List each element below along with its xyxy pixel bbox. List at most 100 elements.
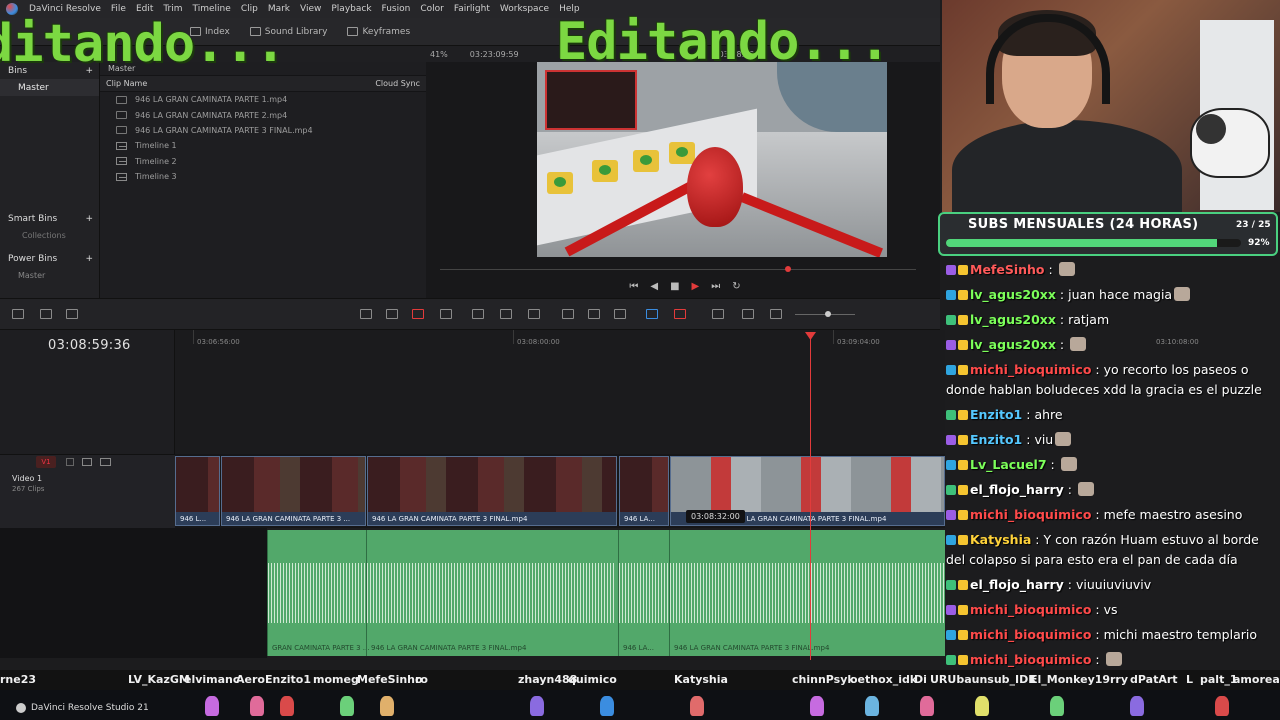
zoom-level[interactable]: 41% (430, 50, 448, 59)
ticker-name: ro (415, 673, 428, 686)
jump-start-icon[interactable]: ⏮ (629, 281, 638, 292)
sub-badge-icon (958, 630, 968, 640)
jump-end-icon[interactable]: ⏭ (711, 281, 720, 292)
play-icon[interactable]: ▶ (692, 281, 700, 292)
clip-list: 946 LA GRAN CAMINATA PARTE 1.mp4 946 LA G… (100, 92, 426, 184)
loop-icon[interactable]: ↻ (732, 281, 740, 292)
stop-icon[interactable]: ■ (670, 281, 679, 292)
menu-clip[interactable]: Clip (236, 4, 263, 14)
emote-icon (1060, 457, 1077, 471)
keyframes-button[interactable]: Keyframes (337, 18, 420, 45)
play-reverse-icon[interactable]: ◀ (650, 281, 658, 292)
chat-separator: : (1091, 627, 1104, 642)
insert-icon[interactable] (472, 309, 484, 319)
ticker-name: Enzito1 (265, 673, 311, 686)
viewer-frame[interactable] (537, 62, 887, 257)
zoom-detail-icon[interactable] (742, 309, 754, 319)
chat-username[interactable]: el_flojo_harry (970, 577, 1064, 592)
playhead[interactable] (810, 334, 811, 660)
select-icon[interactable] (360, 309, 372, 319)
viewer-scrubber[interactable] (440, 266, 916, 274)
menu-view[interactable]: View (295, 4, 326, 14)
add-smart-bin-icon[interactable]: + (85, 214, 93, 224)
menu-color[interactable]: Color (415, 4, 449, 14)
clip-item[interactable]: 946 LA GRAN CAMINATA PARTE 2.mp4 (100, 107, 426, 122)
snap-icon[interactable] (562, 309, 574, 319)
smart-bins-header[interactable]: Smart Bins + (0, 210, 99, 227)
clip-item[interactable]: 946 LA GRAN CAMINATA PARTE 1.mp4 (100, 92, 426, 107)
audio-icon[interactable] (40, 309, 52, 319)
chat-badge-icon (946, 365, 956, 375)
audio-clip[interactable]: GRAN CAMINATA PARTE 3 ... (267, 530, 369, 656)
chat-username[interactable]: michi_bioquimico (970, 362, 1091, 377)
menu-mark[interactable]: Mark (263, 4, 295, 14)
chat-username[interactable]: lv_agus20xx (970, 287, 1056, 302)
collections-item[interactable]: Collections (0, 227, 99, 244)
chat-username[interactable]: michi_bioquimico (970, 602, 1091, 617)
track-visibility-icon[interactable] (100, 458, 111, 466)
timeline-timecode[interactable]: 03:08:59:36 (48, 338, 131, 353)
timeline-item[interactable]: Timeline 1 (100, 138, 426, 153)
mic-icon[interactable] (66, 309, 78, 319)
chat-username[interactable]: Enzito1 (970, 432, 1022, 447)
chat-username[interactable]: michi_bioquimico (970, 627, 1091, 642)
video-clip[interactable]: 946 LA GRAN CAMINATA PARTE 3 ... (221, 456, 366, 526)
chat-username[interactable]: michi_bioquimico (970, 507, 1091, 522)
zoom-fit-icon[interactable] (712, 309, 724, 319)
power-bins-header[interactable]: Power Bins + (0, 250, 99, 267)
menu-workspace[interactable]: Workspace (495, 4, 554, 14)
flag-icon[interactable] (646, 309, 658, 319)
chat-username[interactable]: lv_agus20xx (970, 312, 1056, 327)
video-clip[interactable]: 946 LA... (619, 456, 669, 526)
menu-app[interactable]: DaVinci Resolve (24, 4, 106, 14)
audio-clip[interactable]: 946 LA GRAN CAMINATA PARTE 3 FINAL.mp4 (669, 530, 945, 656)
menu-playback[interactable]: Playback (326, 4, 376, 14)
audio-clip[interactable]: 946 LA... (618, 530, 668, 656)
video-clip[interactable]: 946 L... (175, 456, 220, 526)
clip-item[interactable]: 946 LA GRAN CAMINATA PARTE 3 FINAL.mp4 (100, 123, 426, 138)
chat-username[interactable]: MefeSinho (970, 262, 1045, 277)
bin-master[interactable]: Master (0, 79, 99, 96)
trim-icon[interactable] (386, 309, 398, 319)
timeline-item[interactable]: Timeline 3 (100, 169, 426, 184)
zoom-slider-handle[interactable] (825, 311, 831, 317)
sub-badge-icon (958, 580, 968, 590)
chat-username[interactable]: michi_bioquimico (970, 652, 1091, 667)
layout-icon[interactable] (12, 309, 24, 319)
video-clip[interactable]: 946 LA GRAN CAMINATA PARTE 3 FINAL.mp4 (367, 456, 617, 526)
link-icon[interactable] (588, 309, 600, 319)
timeline-item[interactable]: Timeline 2 (100, 154, 426, 169)
add-power-bin-icon[interactable]: + (85, 254, 93, 264)
timeline-icon (116, 172, 127, 181)
col-cloud-sync[interactable]: Cloud Sync (375, 79, 420, 88)
chat-username[interactable]: el_flojo_harry (970, 482, 1064, 497)
power-master-item[interactable]: Master (0, 267, 99, 284)
audio-clip[interactable]: 946 LA GRAN CAMINATA PARTE 3 FINAL.mp4 (366, 530, 616, 656)
auto-select-icon[interactable] (82, 458, 92, 466)
chat-username[interactable]: Enzito1 (970, 407, 1022, 422)
chat-username[interactable]: lv_agus20xx (970, 337, 1056, 352)
marker-icon[interactable] (674, 309, 686, 319)
scrubber-handle[interactable] (785, 266, 791, 272)
replace-icon[interactable] (528, 309, 540, 319)
menu-edit[interactable]: Edit (131, 4, 158, 14)
chat-username[interactable]: Lv_Lacuel7 (970, 457, 1047, 472)
zoom-custom-icon[interactable] (770, 309, 782, 319)
menu-timeline[interactable]: Timeline (188, 4, 236, 14)
lock-icon[interactable] (614, 309, 626, 319)
overwrite-icon[interactable] (500, 309, 512, 319)
lock-track-icon[interactable] (66, 458, 74, 466)
chat-username[interactable]: Katyshia (970, 532, 1031, 547)
col-clip-name[interactable]: Clip Name (106, 79, 147, 88)
menu-trim[interactable]: Trim (158, 4, 187, 14)
track-badge[interactable]: V1 (36, 456, 56, 468)
blade-icon[interactable] (412, 309, 424, 319)
ruler-tick (833, 330, 834, 344)
timeline-ruler[interactable]: 03:06:56:00 03:08:00:00 03:09:04:00 (175, 330, 945, 454)
audio-clip-label: GRAN CAMINATA PARTE 3 ... (272, 644, 370, 652)
menu-fairlight[interactable]: Fairlight (449, 4, 495, 14)
dynamic-trim-icon[interactable] (440, 309, 452, 319)
taskbar-app-button[interactable]: DaVinci Resolve Studio 21 (16, 703, 149, 713)
menu-fusion[interactable]: Fusion (377, 4, 416, 14)
menu-file[interactable]: File (106, 4, 131, 14)
